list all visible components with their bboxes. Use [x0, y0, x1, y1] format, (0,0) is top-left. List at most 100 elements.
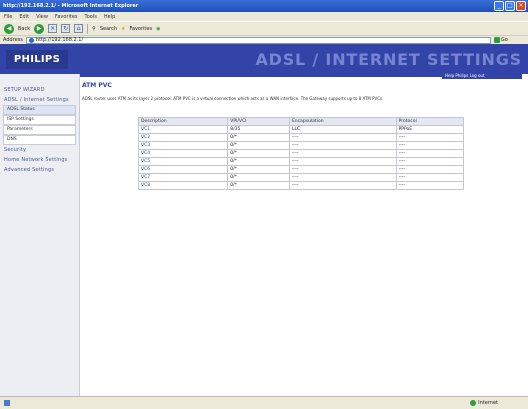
nav-isp-settings[interactable]: ISP Settings: [3, 115, 76, 125]
status-bar: Internet: [0, 396, 528, 409]
protocol-cell: ----: [395, 181, 465, 190]
main-panel: ATM PVC ADSL router uses ATM as its laye…: [82, 82, 522, 101]
vc-link[interactable]: VC4: [137, 149, 229, 158]
table-row: VC1 8/35 LLC PPPoE: [137, 125, 465, 134]
nav-home-network[interactable]: Home Network Settings: [0, 155, 79, 165]
toolbar-separator: [87, 23, 89, 34]
nav-dns[interactable]: DNS: [3, 135, 76, 145]
protocol-cell: PPPoE: [395, 125, 465, 134]
menu-edit[interactable]: Edit: [19, 14, 29, 20]
media-icon[interactable]: ◉: [156, 26, 160, 32]
minimize-icon[interactable]: _: [494, 1, 504, 11]
favorites-star-icon[interactable]: ★: [121, 26, 125, 32]
internet-zone-icon: [470, 400, 477, 406]
table-row: VC6 0/* ---- ----: [137, 165, 465, 174]
go-button[interactable]: Go: [493, 37, 508, 43]
home-icon[interactable]: ⌂: [74, 24, 84, 33]
vc-link[interactable]: VC3: [137, 141, 229, 150]
encap-cell: ----: [288, 141, 397, 150]
table-row: VC8 0/* ---- ----: [137, 181, 465, 190]
refresh-icon[interactable]: ↻: [61, 24, 71, 33]
back-label[interactable]: Back: [18, 26, 30, 32]
encap-cell: ----: [288, 157, 397, 166]
table-header-row: Description VPI/VCI Encapsulation Protoc…: [137, 117, 465, 126]
vc-link[interactable]: VC6: [137, 165, 229, 174]
menu-favorites[interactable]: Favorites: [55, 14, 78, 20]
address-input[interactable]: http://192.168.2.1/: [25, 36, 491, 44]
vpi-vci-cell: 0/*: [227, 157, 290, 166]
security-zone: Internet: [470, 400, 498, 406]
vpi-vci-cell: 0/*: [227, 181, 290, 190]
table-row: VC5 0/* ---- ----: [137, 157, 465, 166]
encap-cell: ----: [288, 165, 397, 174]
menu-tools[interactable]: Tools: [85, 14, 97, 20]
protocol-cell: ----: [395, 133, 465, 142]
protocol-cell: ----: [395, 141, 465, 150]
vc-link[interactable]: VC8: [137, 181, 229, 190]
nav-adsl-settings[interactable]: ADSL / Internet Settings: [0, 95, 79, 105]
table-row: VC4 0/* ---- ----: [137, 149, 465, 158]
vpi-vci-cell: 8/35: [227, 125, 290, 134]
col-vpi-vci: VPI/VCI: [227, 117, 290, 126]
col-description: Description: [137, 117, 229, 126]
page-title: ATM PVC: [82, 82, 112, 89]
vc-link[interactable]: VC1: [137, 125, 229, 134]
protocol-cell: ----: [395, 149, 465, 158]
nav-setup-wizard[interactable]: SETUP WIZARD: [0, 85, 79, 95]
table-row: VC2 0/* ---- ----: [137, 133, 465, 142]
encap-cell: ----: [288, 181, 397, 190]
nav-parameters[interactable]: Parameters: [3, 125, 76, 135]
sidebar: SETUP WIZARD ADSL / Internet Settings AD…: [0, 74, 80, 396]
vpi-vci-cell: 0/*: [227, 173, 290, 182]
col-protocol: Protocol: [395, 117, 465, 126]
menu-view[interactable]: View: [36, 14, 48, 20]
window-controls: _ □ ×: [494, 1, 526, 11]
vc-link[interactable]: VC5: [137, 157, 229, 166]
stop-icon[interactable]: ×: [48, 24, 58, 33]
encap-cell: LLC: [288, 125, 397, 134]
menu-help[interactable]: Help: [104, 14, 115, 20]
menu-file[interactable]: File: [4, 14, 12, 20]
nav-advanced-settings[interactable]: Advanced Settings: [0, 165, 79, 175]
maximize-icon[interactable]: □: [505, 1, 515, 11]
address-bar: Address http://192.168.2.1/ Go: [0, 35, 528, 44]
forward-arrow-icon[interactable]: ▶: [34, 23, 45, 34]
banner-title: ADSL / INTERNET SETTINGS: [255, 50, 522, 69]
protocol-cell: ----: [395, 165, 465, 174]
col-encapsulation: Encapsulation: [288, 117, 397, 126]
ie-page-icon: [28, 37, 34, 43]
search-icon[interactable]: ⚲: [92, 26, 96, 32]
encap-cell: ----: [288, 133, 397, 142]
vpi-vci-cell: 0/*: [227, 165, 290, 174]
nav-security[interactable]: Security: [0, 145, 79, 155]
router-header: PHILIPS ADSL / INTERNET SETTINGS: [0, 44, 528, 74]
vpi-vci-cell: 0/*: [227, 149, 290, 158]
protocol-cell: ----: [395, 157, 465, 166]
philips-logo: PHILIPS: [6, 50, 68, 69]
table-row: VC3 0/* ---- ----: [137, 141, 465, 150]
protocol-cell: ----: [395, 173, 465, 182]
encap-cell: ----: [288, 173, 397, 182]
page-content: PHILIPS ADSL / INTERNET SETTINGS Help Ph…: [0, 44, 528, 396]
vpi-vci-cell: 0/*: [227, 141, 290, 150]
search-label[interactable]: Search: [100, 26, 117, 32]
address-value[interactable]: http://192.168.2.1/: [36, 37, 83, 43]
go-label[interactable]: Go: [501, 37, 508, 43]
window-titlebar: http://192.168.2.1/ - Microsoft Internet…: [0, 0, 528, 12]
page-description: ADSL router uses ATM as its layer 2 prot…: [82, 96, 384, 101]
table-row: VC7 0/* ---- ----: [137, 173, 465, 182]
vpi-vci-cell: 0/*: [227, 133, 290, 142]
pvc-table: Description VPI/VCI Encapsulation Protoc…: [137, 117, 465, 190]
favorites-label[interactable]: Favorites: [129, 26, 152, 32]
vc-link[interactable]: VC7: [137, 173, 229, 182]
encap-cell: ----: [288, 149, 397, 158]
close-icon[interactable]: ×: [516, 1, 526, 11]
help-logout-bar[interactable]: Help Philips Log out: [442, 72, 522, 79]
back-arrow-icon[interactable]: ◀: [4, 23, 14, 34]
go-arrow-icon: [493, 37, 500, 43]
nav-adsl-status[interactable]: ADSL Status: [3, 105, 76, 115]
page-done-icon: [4, 400, 10, 406]
header-underline: [80, 73, 442, 77]
zone-label: Internet: [478, 400, 498, 406]
vc-link[interactable]: VC2: [137, 133, 229, 142]
